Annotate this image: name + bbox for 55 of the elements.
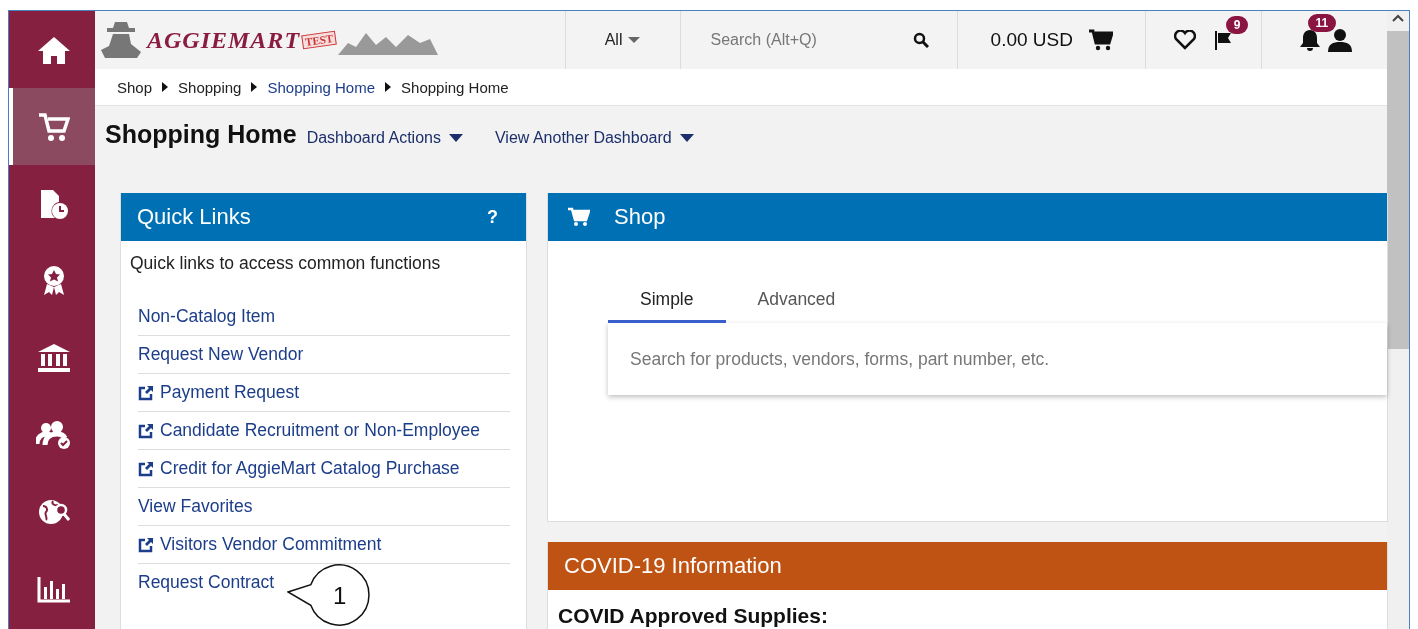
logo-text[interactable]: AGGIEMART [147, 26, 301, 54]
caret-icon [679, 134, 694, 142]
external-link-icon [138, 460, 154, 477]
cart-icon[interactable] [1088, 29, 1113, 51]
help-button[interactable]: ? [487, 206, 510, 228]
dashboard-menu[interactable]: View Another Dashboard [494, 129, 694, 147]
panel-title: Shop [614, 204, 666, 230]
chevron-icon [385, 82, 392, 92]
test-label: TEST [301, 30, 337, 50]
flag-icon[interactable] [1213, 30, 1234, 50]
breadcrumb-item[interactable]: Shopping [178, 78, 242, 96]
chevron-icon [251, 82, 258, 92]
dashboard-menu[interactable]: Dashboard Actions [306, 129, 463, 147]
cart-icon[interactable] [38, 110, 70, 143]
award-icon[interactable] [41, 264, 67, 297]
quick-link[interactable]: Visitors Vendor Commitment [138, 534, 382, 555]
scrollbar-thumb[interactable] [1387, 31, 1409, 349]
panel-title: Quick Links [137, 204, 251, 230]
caret-icon [448, 134, 463, 142]
bank-icon[interactable] [37, 342, 71, 373]
quick-link[interactable]: View Favorites [138, 496, 253, 517]
search-tab[interactable]: Advanced [725, 281, 868, 323]
caret-icon [628, 37, 641, 43]
quick-link[interactable]: Candidate Recruitment or Non-Employee [138, 420, 481, 441]
cart-icon [568, 207, 590, 227]
external-link-icon [138, 384, 154, 401]
section-heading: COVID Approved Supplies: [557, 603, 829, 629]
chevron-icon [162, 82, 169, 92]
panel-title: COVID-19 Information [564, 553, 782, 579]
breadcrumb-item[interactable]: Shopping Home [267, 78, 376, 96]
breadcrumb-item[interactable]: Shopping Home [401, 78, 509, 96]
home-icon[interactable] [37, 34, 71, 65]
external-link-icon [138, 422, 154, 439]
notification-badge: 11 [1307, 14, 1337, 32]
quick-link[interactable]: Non-Catalog Item [138, 306, 276, 327]
sidebar-item[interactable] [9, 88, 95, 165]
people-icon[interactable] [36, 419, 72, 450]
page-title: Shopping Home [105, 120, 297, 149]
user-icon[interactable] [1327, 28, 1352, 52]
panel-description: Quick links to access common functions [129, 252, 442, 275]
quick-link[interactable]: Request Contract [138, 572, 275, 593]
product-search-field[interactable]: Search for products, vendors, forms, part number, etc. [608, 323, 1387, 395]
callout-number: 1 [333, 582, 347, 610]
notification-badge: 9 [1225, 16, 1249, 34]
breadcrumb-item[interactable]: Shop [117, 78, 153, 96]
bell-icon[interactable] [1297, 29, 1322, 51]
quick-link[interactable]: Request New Vendor [138, 344, 304, 365]
search-icon[interactable] [913, 32, 930, 48]
cart-total[interactable]: 0.00 USD [990, 29, 1073, 51]
quick-link[interactable]: Payment Request [138, 382, 300, 403]
bar-chart-icon[interactable] [37, 574, 71, 603]
quick-link[interactable]: Credit for AggieMart Catalog Purchase [138, 458, 460, 479]
document-clock-icon[interactable] [39, 187, 69, 220]
external-link-icon [138, 536, 154, 553]
heart-icon[interactable] [1173, 30, 1196, 50]
